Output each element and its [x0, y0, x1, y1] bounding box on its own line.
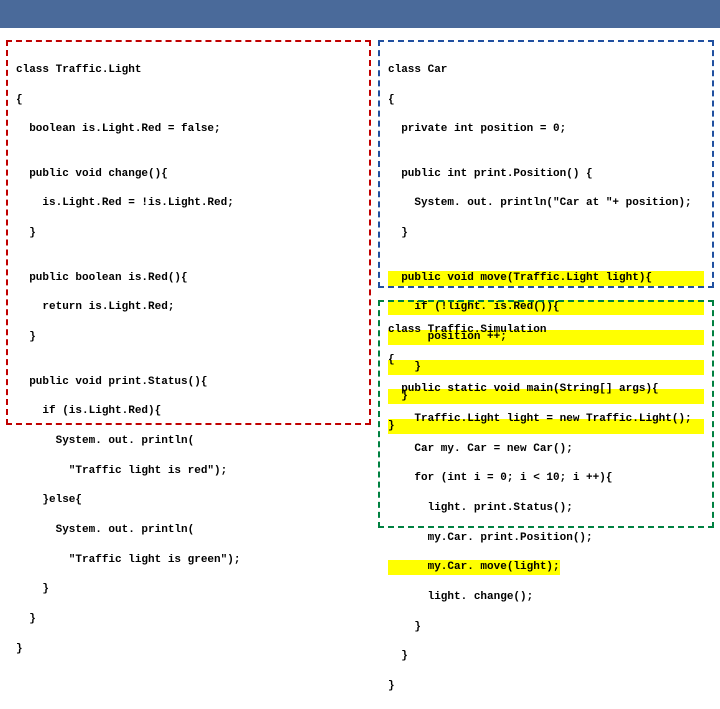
- code-line: }: [16, 226, 361, 241]
- code-line: public int print.Position() {: [388, 167, 704, 182]
- car-code-box: class Car { private int position = 0; pu…: [378, 40, 714, 288]
- code-line: public void print.Status(){: [16, 375, 361, 390]
- code-line: }: [16, 642, 361, 657]
- code-line: Car my. Car = new Car();: [388, 442, 704, 457]
- code-line: if (is.Light.Red){: [16, 404, 361, 419]
- code-line: }: [16, 582, 361, 597]
- code-line: {: [388, 353, 704, 368]
- code-line: boolean is.Light.Red = false;: [16, 122, 361, 137]
- simulation-code-box: class Traffic.Simulation { public static…: [378, 300, 714, 528]
- code-line: }else{: [16, 493, 361, 508]
- code-line: light. change();: [388, 590, 704, 605]
- code-line: Traffic.Light light = new Traffic.Light(…: [388, 412, 704, 427]
- code-line: }: [16, 612, 361, 627]
- code-line: public void change(){: [16, 167, 361, 182]
- code-line: System. out. println("Car at "+ position…: [388, 196, 704, 211]
- code-line: "Traffic light is red");: [16, 464, 361, 479]
- code-line: light. print.Status();: [388, 501, 704, 516]
- code-line: private int position = 0;: [388, 122, 704, 137]
- code-line: for (int i = 0; i < 10; i ++){: [388, 471, 704, 486]
- code-line: }: [388, 620, 704, 635]
- code-line: class Traffic.Light: [16, 63, 361, 78]
- code-line: class Car: [388, 63, 704, 78]
- code-line: {: [16, 93, 361, 108]
- code-line: "Traffic light is green");: [16, 553, 361, 568]
- code-line: my.Car. print.Position();: [388, 531, 704, 546]
- code-line: System. out. println(: [16, 434, 361, 449]
- code-line: public static void main(String[] args){: [388, 382, 704, 397]
- code-line: is.Light.Red = !is.Light.Red;: [16, 196, 361, 211]
- code-line: return is.Light.Red;: [16, 300, 361, 315]
- top-bar: [0, 0, 720, 28]
- highlighted-line: my.Car. move(light);: [388, 560, 704, 575]
- code-line: class Traffic.Simulation: [388, 323, 704, 338]
- code-line: }: [16, 330, 361, 345]
- code-line: }: [388, 226, 704, 241]
- code-line: public boolean is.Red(){: [16, 271, 361, 286]
- highlighted-line: public void move(Traffic.Light light){: [388, 271, 704, 286]
- code-line: }: [388, 679, 704, 694]
- code-line: System. out. println(: [16, 523, 361, 538]
- code-line: }: [388, 649, 704, 664]
- traffic-light-code-box: class Traffic.Light { boolean is.Light.R…: [6, 40, 371, 425]
- code-line: {: [388, 93, 704, 108]
